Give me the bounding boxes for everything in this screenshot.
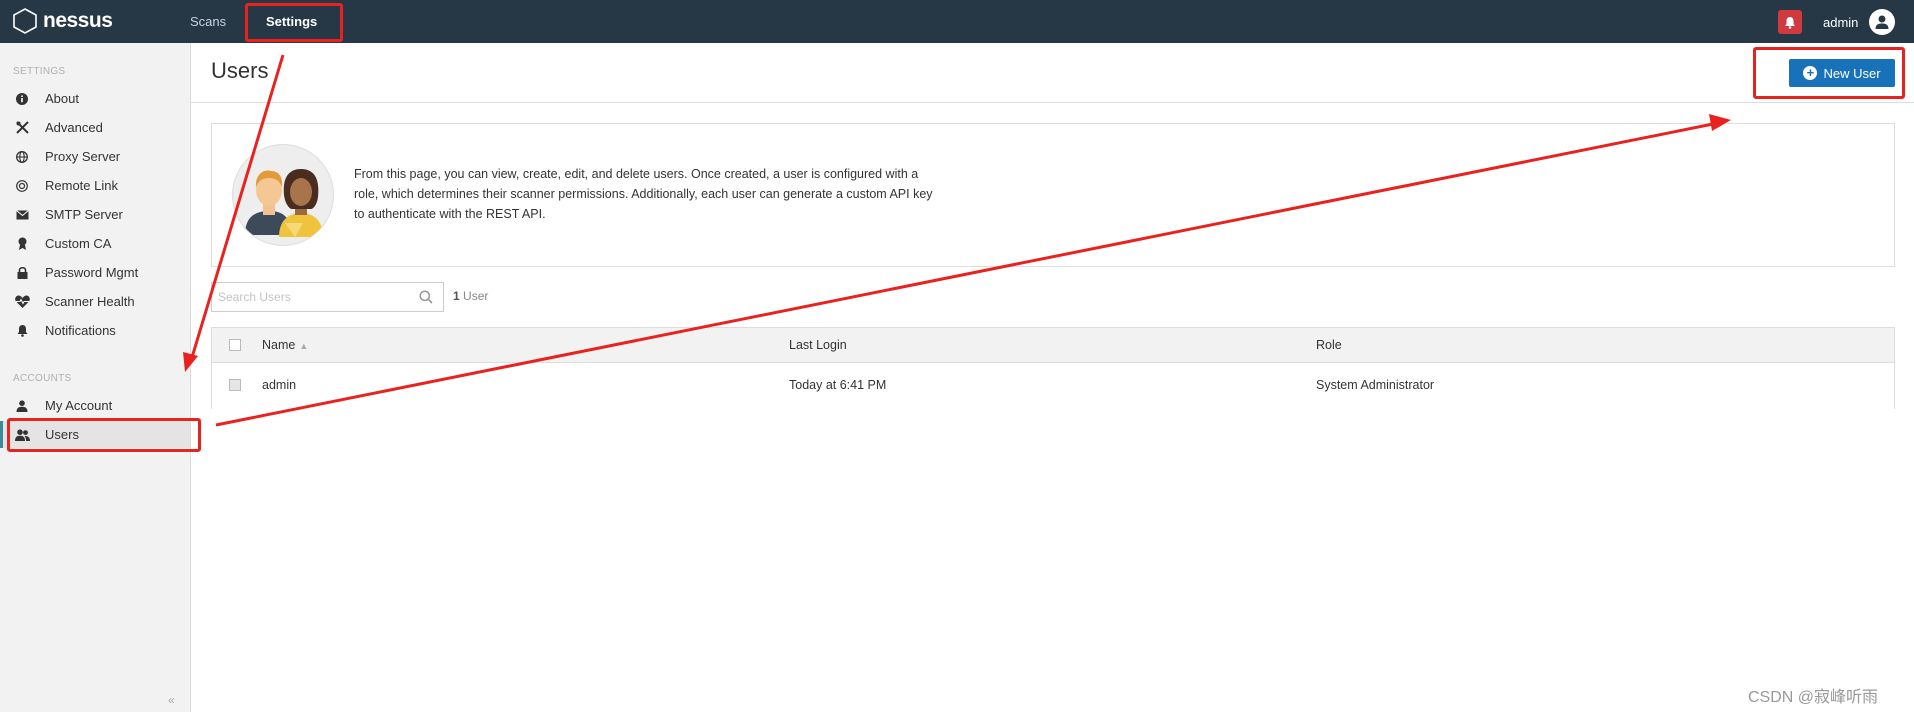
link-icon [14, 178, 30, 194]
user-count: 1 User [453, 289, 488, 303]
bell-icon [1785, 16, 1795, 29]
highlight-settings-tab [245, 3, 343, 42]
settings-sidebar: SETTINGS About Advanced Proxy Server Rem… [0, 43, 191, 712]
sidebar-item-smtp-server[interactable]: SMTP Server [0, 201, 190, 228]
sidebar-item-about[interactable]: About [0, 85, 190, 112]
current-user-name[interactable]: admin [1823, 15, 1858, 30]
select-all-checkbox[interactable] [229, 339, 241, 351]
globe-icon [14, 149, 30, 165]
sidebar-item-custom-ca[interactable]: Custom CA [0, 230, 190, 257]
users-info-text: From this page, you can view, create, ed… [354, 167, 933, 221]
sidebar-item-label: Remote Link [45, 178, 118, 193]
bell-icon [14, 323, 30, 339]
users-illustration [232, 144, 334, 246]
collapse-sidebar-button[interactable]: « [168, 693, 175, 707]
sidebar-item-scanner-health[interactable]: Scanner Health [0, 288, 190, 315]
page-title: Users [211, 58, 269, 83]
last-login-cell: Today at 6:41 PM [789, 378, 887, 392]
sidebar-item-label: Advanced [45, 120, 103, 135]
sidebar-item-my-account[interactable]: My Account [0, 392, 190, 419]
sidebar-item-label: Custom CA [45, 236, 112, 251]
sidebar-item-label: Notifications [45, 323, 116, 338]
heartbeat-icon [14, 294, 30, 310]
page-header: Users + New User [191, 43, 1914, 103]
sidebar-item-notifications[interactable]: Notifications [0, 317, 190, 344]
search-users-input[interactable] [218, 283, 408, 311]
certificate-icon [14, 236, 30, 252]
role-cell: System Administrator [1316, 378, 1435, 392]
sidebar-item-label: SMTP Server [45, 207, 123, 222]
table-row[interactable]: admin Today at 6:41 PM System Administra… [212, 363, 1894, 409]
table-header: Name ▲ Last Login Role [212, 328, 1894, 363]
sidebar-item-label: Proxy Server [45, 149, 121, 164]
envelope-icon [14, 207, 30, 223]
column-header-last-login[interactable]: Last Login [789, 338, 847, 352]
search-users-box [211, 282, 444, 312]
sidebar-item-label: Password Mgmt [45, 265, 139, 280]
sidebar-heading-settings: SETTINGS [13, 66, 66, 77]
lock-icon [14, 265, 30, 281]
column-header-name-label: Name [262, 338, 296, 352]
sidebar-item-advanced[interactable]: Advanced [0, 114, 190, 141]
highlight-new-user-button [1753, 47, 1905, 99]
nessus-logo[interactable]: nessus [12, 7, 113, 35]
user-menu-button[interactable] [1869, 9, 1895, 35]
sidebar-item-proxy-server[interactable]: Proxy Server [0, 143, 190, 170]
sort-ascending-icon: ▲ [299, 341, 309, 351]
watermark: CSDN @寂峰听雨 [1748, 689, 1879, 706]
users-table: Name ▲ Last Login Role admin Today at 6:4… [211, 327, 1895, 409]
user-icon [14, 398, 30, 414]
column-header-role[interactable]: Role [1316, 338, 1342, 352]
user-count-number: 1 [453, 289, 460, 303]
sidebar-item-label: Scanner Health [45, 294, 135, 309]
tools-icon [14, 120, 30, 136]
highlight-users-item [7, 418, 201, 452]
sidebar-item-label: About [45, 91, 79, 106]
users-info-panel: From this page, you can view, create, ed… [211, 123, 1895, 267]
info-icon [14, 91, 30, 107]
column-header-name[interactable]: Name ▲ [262, 338, 308, 352]
hexagon-logo-icon [13, 8, 37, 34]
sidebar-heading-accounts: ACCOUNTS [13, 373, 72, 384]
sidebar-item-label: My Account [45, 398, 113, 413]
search-icon[interactable] [419, 290, 433, 307]
user-avatar-icon [1875, 15, 1889, 29]
nav-scans[interactable]: Scans [190, 14, 226, 29]
logo-text: nessus [43, 9, 113, 32]
sidebar-item-password-mgmt[interactable]: Password Mgmt [0, 259, 190, 286]
user-count-label: User [459, 289, 489, 303]
sidebar-item-remote-link[interactable]: Remote Link [0, 172, 190, 199]
row-checkbox[interactable] [229, 379, 241, 391]
user-name-cell: admin [262, 378, 297, 392]
notifications-button[interactable] [1778, 10, 1802, 34]
